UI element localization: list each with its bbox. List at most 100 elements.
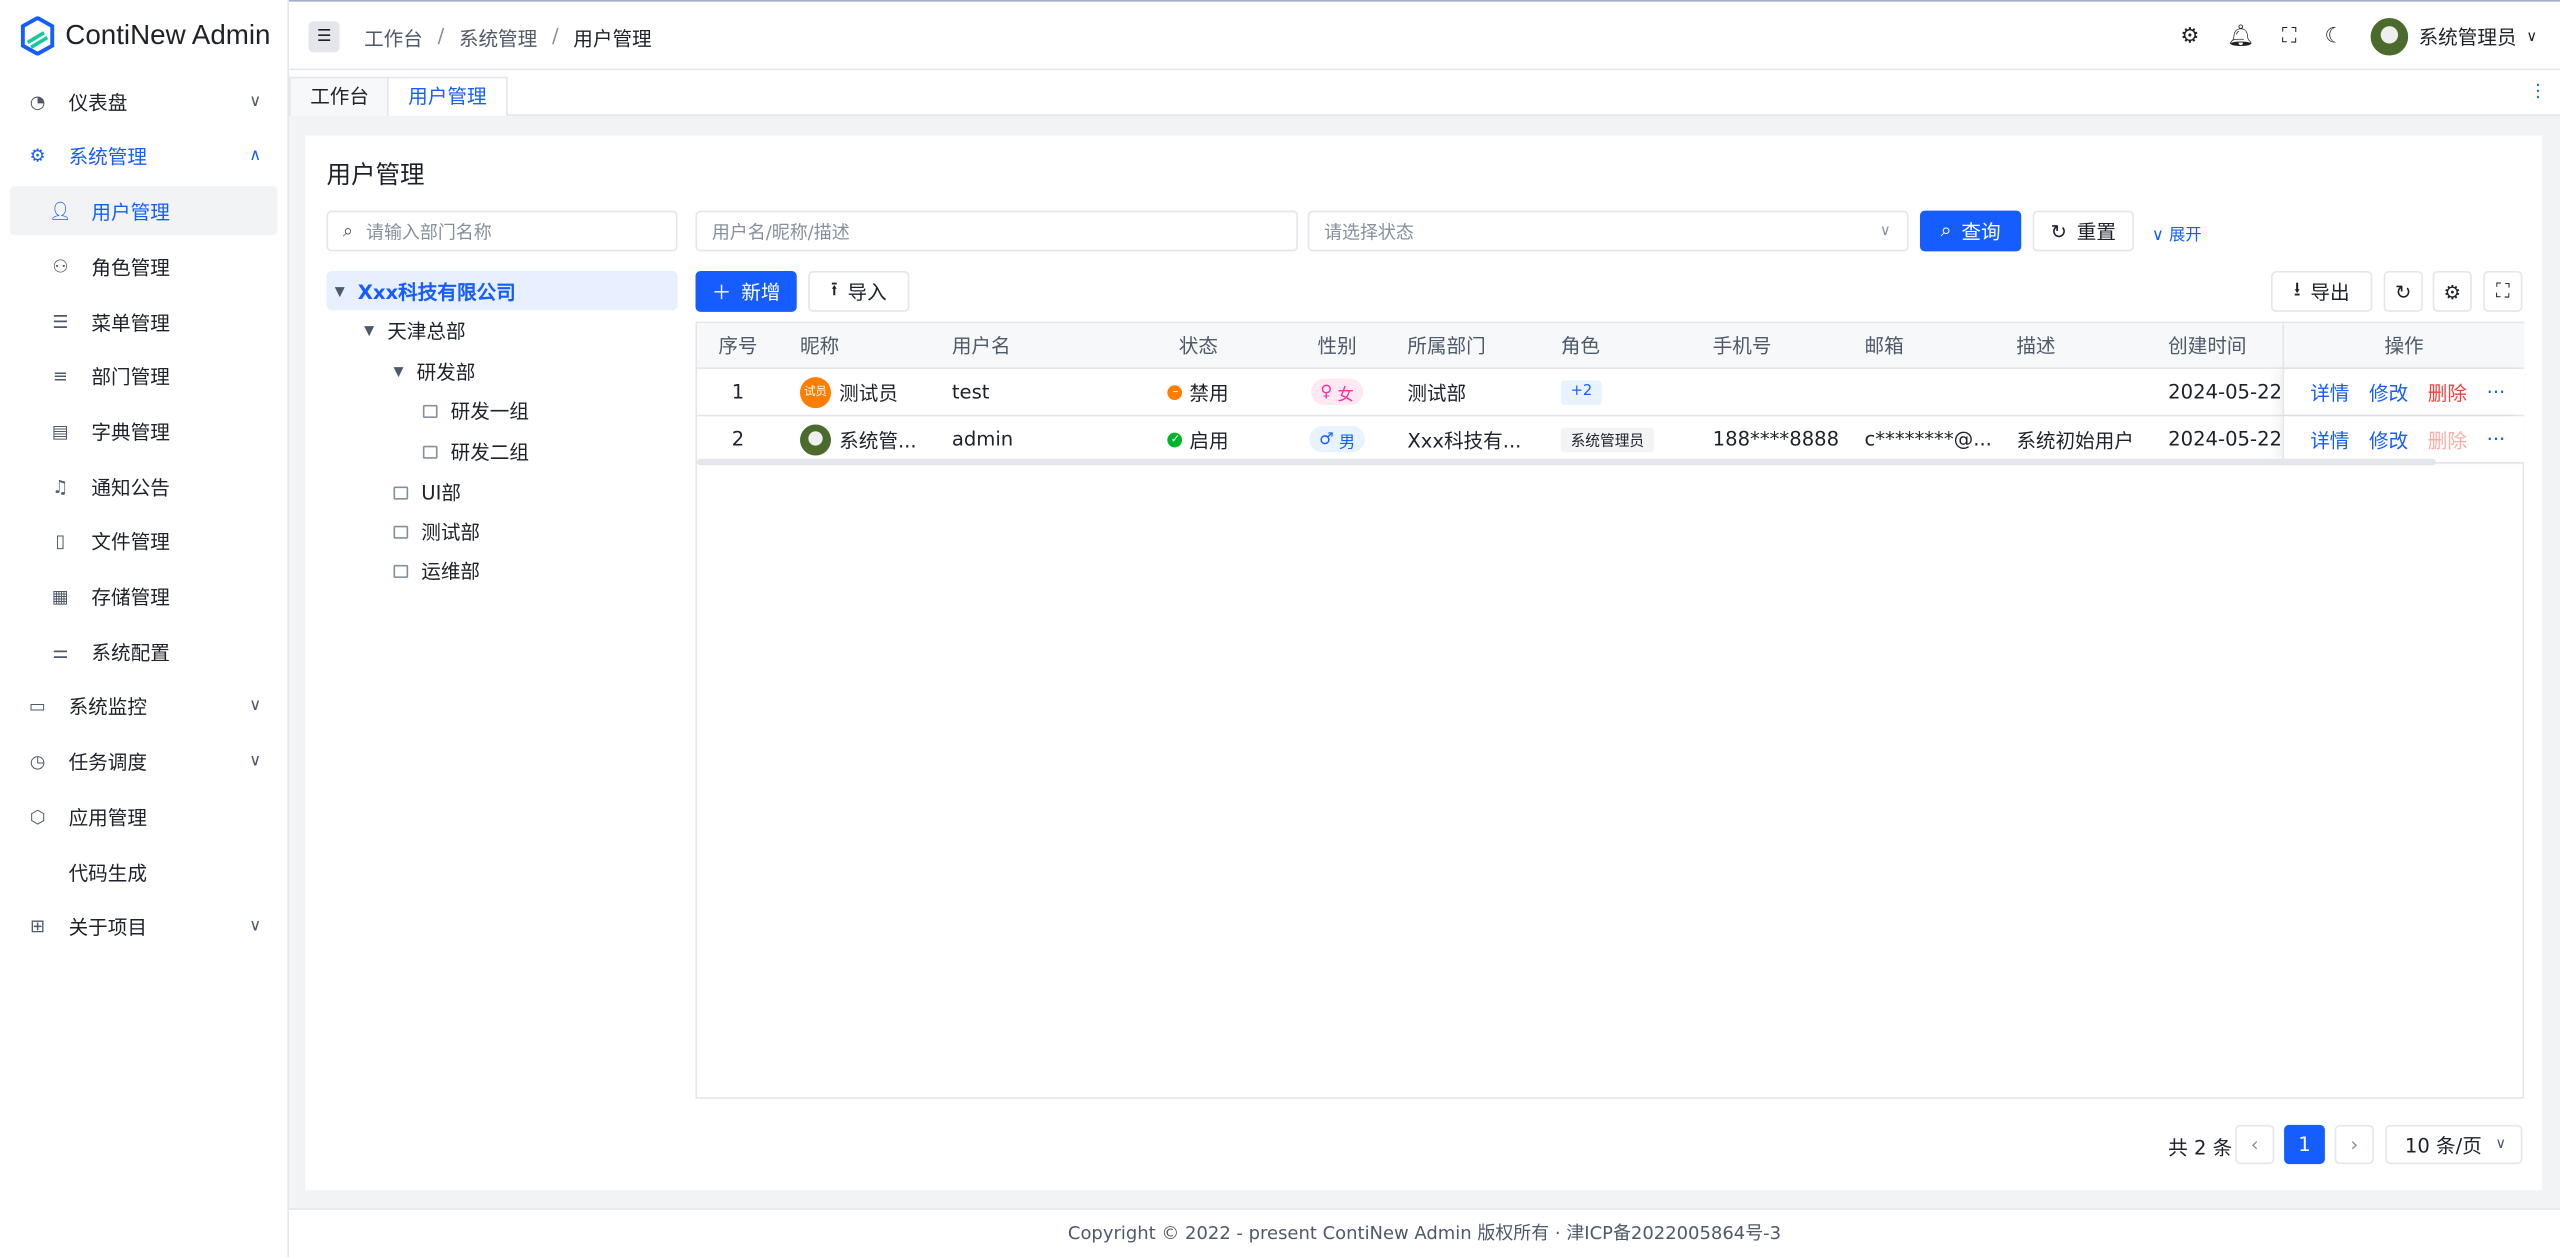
add-button[interactable]: ＋新增 — [695, 271, 797, 312]
dept-search-input[interactable]: ⌕ 请输入部门名称 — [326, 210, 678, 252]
sidebar-item[interactable]: ▯ 文件管理 — [10, 516, 278, 565]
sidebar-item[interactable]: ♫ 通知公告 — [10, 462, 278, 511]
leaf-node-icon — [393, 564, 409, 578]
cell-nickname: 试员 测试员 — [799, 369, 898, 415]
sidebar-item[interactable]: ☰ 菜单管理 — [10, 297, 278, 346]
query-button[interactable]: ⌕ 查询 — [1919, 210, 2022, 252]
reset-button[interactable]: ↻ 重置 — [2032, 210, 2134, 252]
gear-icon: ⚙ — [29, 144, 46, 166]
sidebar-item[interactable]: ◷ 任务调度 ∨ — [10, 736, 278, 785]
delete-link[interactable]: 删除 — [2428, 378, 2467, 406]
avatar: 试员 — [799, 376, 832, 408]
tree-node[interactable]: ▼ 研发部 — [393, 358, 475, 386]
sidebar-item-label: 通知公告 — [91, 475, 170, 499]
cell-email: c********@... — [1864, 427, 1992, 451]
sidebar-item[interactable]: ▦ 存储管理 — [10, 571, 278, 620]
sidebar-item[interactable]: 👤︎ 用户管理 — [9, 186, 278, 236]
settings-icon[interactable]: ⚙ — [2180, 24, 2199, 48]
tab-user-management[interactable]: 用户管理 — [386, 76, 508, 116]
query-input[interactable]: 用户名/昵称/描述 — [695, 210, 1298, 252]
sidebar-item-label: 系统管理 — [68, 144, 147, 168]
edit-link[interactable]: 修改 — [2369, 378, 2408, 406]
more-icon[interactable]: ··· — [2487, 428, 2506, 451]
fullscreen-button[interactable]: ⛶ — [2483, 271, 2523, 312]
sidebar-item-label: 文件管理 — [91, 529, 170, 553]
table-row: 2 系统管... admin ✓ 启用 ♂ 男 Xxx科技有... 系统管理员 1… — [697, 416, 2525, 464]
tab-workbench[interactable]: 工作台 — [288, 76, 391, 116]
breadcrumb-item[interactable]: 系统管理 — [459, 24, 537, 52]
moon-icon[interactable]: ☾ — [2324, 24, 2343, 48]
cell-created: 2024-05-22 09 — [2168, 427, 2283, 451]
sidebar-item[interactable]: 代码生成 — [10, 847, 278, 896]
sidebar-item[interactable]: ⬡ 应用管理 — [10, 792, 278, 841]
female-icon: ♀ — [1320, 382, 1333, 401]
bell-icon[interactable]: 🔔︎ — [2227, 24, 2254, 48]
sidebar-item[interactable]: ▭ 系统监控 ∨ — [10, 681, 278, 730]
expand-toggle[interactable]: ∨ 展开 — [2152, 220, 2202, 245]
tree-node[interactable]: ▼ Xxx科技有限公司 — [326, 271, 678, 311]
list-icon: ≡ — [52, 364, 68, 387]
more-icon[interactable]: ··· — [2487, 380, 2506, 403]
sidebar-item[interactable]: ◔ 仪表盘 ∨ — [10, 77, 278, 126]
export-button[interactable]: ⭳ 导出 — [2271, 271, 2373, 312]
tree-node[interactable]: 运维部 — [393, 557, 480, 585]
tree-node[interactable]: ▼ 天津总部 — [364, 317, 466, 345]
page-size-select[interactable]: 10 条/页 ∨ — [2385, 1124, 2523, 1165]
sidebar-item[interactable]: ⚇ 角色管理 — [10, 242, 278, 291]
horizontal-scrollbar[interactable] — [697, 458, 2436, 466]
next-page-button[interactable]: › — [2334, 1124, 2374, 1165]
chevron-down-icon: ∨ — [249, 696, 262, 715]
caret-down-icon[interactable]: ▼ — [364, 323, 374, 338]
dashboard-icon: ◔ — [29, 90, 46, 112]
prev-page-button[interactable]: ‹ — [2235, 1124, 2275, 1165]
search-icon: ⌕ — [342, 219, 353, 241]
cell-index: 2 — [731, 427, 745, 451]
cell-index: 1 — [731, 380, 745, 404]
minus-circle-icon: – — [1168, 384, 1183, 400]
collapse-sidebar-button[interactable]: ☰ — [308, 21, 340, 53]
cell-phone: 188****8888 — [1712, 427, 1840, 451]
sidebar-item[interactable]: ⊞ 关于项目 ∨ — [10, 901, 278, 950]
cell-role: 系统管理员 — [1560, 416, 1654, 462]
sidebar-item[interactable]: ▤ 字典管理 — [10, 407, 278, 456]
more-icon[interactable]: ⋮ — [2529, 80, 2547, 101]
column-header: 性别 — [1317, 334, 1357, 358]
tree-node[interactable]: 测试部 — [393, 518, 480, 546]
tree-node[interactable]: 研发二组 — [422, 438, 529, 466]
tree-node-label: 测试部 — [421, 520, 481, 544]
caret-down-icon[interactable]: ▼ — [335, 283, 345, 298]
leaf-node-icon — [422, 404, 438, 418]
edit-link[interactable]: 修改 — [2369, 425, 2408, 453]
column-header: 描述 — [2016, 334, 2056, 358]
refresh-button[interactable]: ↻ — [2383, 271, 2423, 312]
import-button[interactable]: ⭱ 导入 — [808, 271, 910, 312]
detail-link[interactable]: 详情 — [2310, 378, 2349, 406]
page-1-button[interactable]: 1 — [2284, 1124, 2325, 1165]
column-settings-button[interactable]: ⚙ — [2432, 271, 2472, 312]
sidebar-item[interactable]: ⚙ 系统管理 ∧ — [10, 131, 278, 180]
sidebar-item[interactable]: ⚌ 系统配置 — [10, 627, 278, 676]
sidebar-item-label: 字典管理 — [91, 420, 170, 444]
avatar — [799, 423, 832, 455]
column-header: 所属部门 — [1407, 334, 1486, 358]
status-select[interactable]: 请选择状态 ∨ — [1307, 210, 1909, 252]
refresh-icon: ↻ — [2050, 219, 2067, 243]
detail-link[interactable]: 详情 — [2310, 425, 2349, 453]
gender-tag: ♀ 女 — [1310, 378, 1364, 405]
upload-icon: ⭱ — [830, 277, 838, 301]
sidebar-item[interactable]: ≡ 部门管理 — [10, 351, 278, 400]
gender-tag: ♂ 男 — [1309, 426, 1366, 453]
logo[interactable]: ContiNew Admin — [20, 16, 271, 56]
tree-node[interactable]: UI部 — [393, 478, 461, 506]
column-header: 昵称 — [799, 334, 840, 358]
user-menu[interactable]: 系统管理员 ∨ — [2371, 17, 2537, 56]
logo-icon — [20, 16, 55, 56]
tree-node[interactable]: 研发一组 — [422, 397, 529, 425]
breadcrumb-item[interactable]: 工作台 — [364, 24, 423, 52]
table-row: 1 试员测试员 test –禁用 ♀ 女 测试部 +2 2024-05-22 0… — [697, 368, 2525, 417]
delete-link: 删除 — [2427, 428, 2468, 452]
caret-down-icon[interactable]: ▼ — [393, 364, 403, 379]
column-header: 手机号 — [1712, 334, 1772, 358]
fullscreen-icon[interactable]: ⛶ — [2282, 24, 2297, 48]
cell-status: ✓ 启用 — [1133, 416, 1264, 462]
